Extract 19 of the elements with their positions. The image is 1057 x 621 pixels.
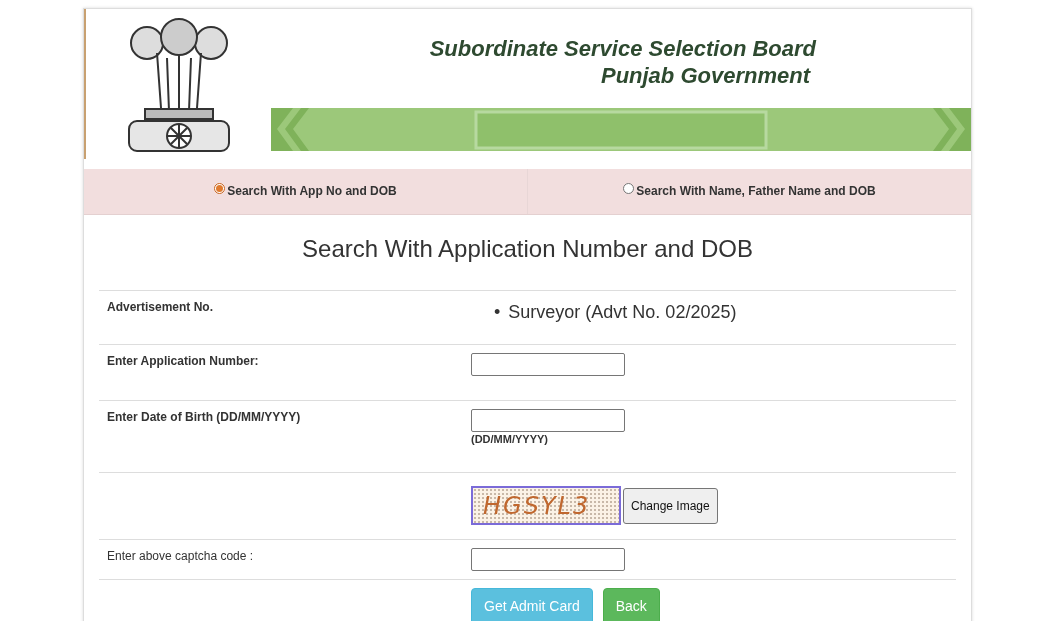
board-subtitle: Punjab Government [600,61,810,89]
form-heading: Search With Application Number and DOB [301,235,754,264]
input-field[interactable] [471,353,625,376]
board-title: Subordinate Service Selection Board [429,34,816,62]
field-label: Enter Date of Birth (DD/MM/YYYY) [107,410,301,424]
captcha-image: HGSYL3 [471,486,621,525]
radio-button[interactable] [623,183,635,194]
advertisement-item: Surveyor (Advt No. 02/2025) [508,301,737,323]
bullet: • [494,301,501,323]
field-label: Enter Application Number: [107,354,259,368]
radio-label[interactable]: Search With Name, Father Name and DOB [636,183,876,198]
field-label: Enter above captcha code : [107,549,254,563]
date-format-hint: (DD/MM/YYYY) [471,433,549,445]
field-label: Advertisement No. [107,300,214,314]
input-field[interactable] [471,548,625,571]
radio-button[interactable] [214,183,226,194]
change-image-button[interactable]: Change Image [623,487,718,524]
radio-label[interactable]: Search With App No and DOB [227,183,397,198]
input-field[interactable] [471,409,625,432]
